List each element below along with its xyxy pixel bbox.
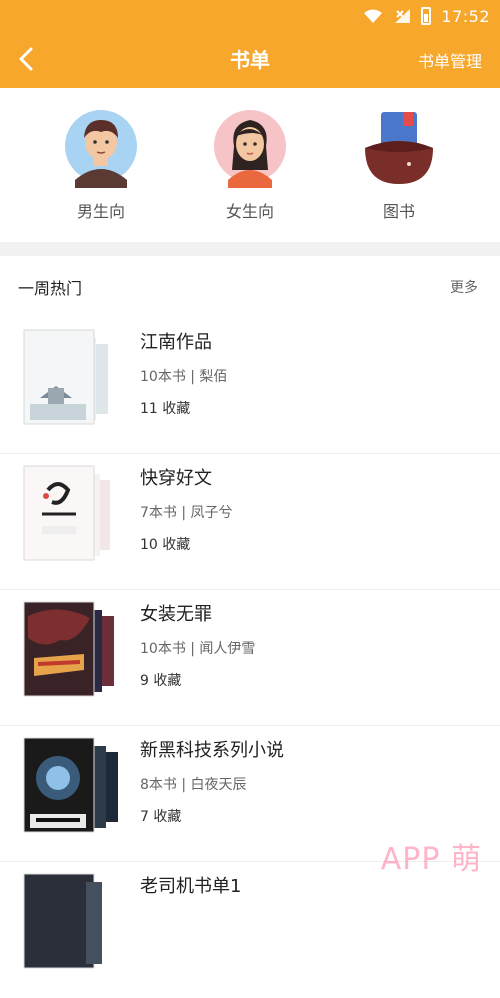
section-header: 一周热门 更多 <box>0 256 500 318</box>
booklist-name: 江南作品 <box>140 332 212 353</box>
clock: 17:52 <box>441 6 490 26</box>
book-icon <box>365 112 433 184</box>
weekly-hot-section: 一周热门 更多 <box>0 256 500 318</box>
manage-booklists-button[interactable]: 书单管理 <box>418 48 482 72</box>
list-item[interactable]: 老司机书单1 <box>0 862 500 998</box>
status-bar: 17:52 <box>363 6 490 26</box>
list-item[interactable]: 江南作品 10本书 | 梨佰 11 收藏 <box>0 318 500 454</box>
booklist-meta: 10本书 | 闻人伊雪 <box>140 641 256 657</box>
favorites-count: 9 收藏 <box>140 673 182 689</box>
booklist-name: 快穿好文 <box>140 468 212 489</box>
category-label: 男生向 <box>76 202 125 221</box>
booklist-cover-icon <box>23 465 110 561</box>
category-female[interactable]: 女生向 <box>195 88 305 240</box>
booklist-cover-icon <box>23 601 114 697</box>
male-avatar-icon <box>65 110 137 188</box>
favorites-count: 11 收藏 <box>140 401 191 417</box>
booklist-list: 江南作品 10本书 | 梨佰 11 收藏 快穿好文 7本书 | 凤子兮 10 收… <box>0 318 500 998</box>
booklist-name: 老司机书单1 <box>140 876 242 897</box>
list-item[interactable]: 快穿好文 7本书 | 凤子兮 10 收藏 <box>0 454 500 590</box>
booklist-cover-icon <box>23 329 108 425</box>
category-row: 男生向 女生向 图书 <box>0 88 500 240</box>
favorites-count: 7 收藏 <box>140 809 182 825</box>
list-item[interactable]: 女装无罪 10本书 | 闻人伊雪 9 收藏 <box>0 590 500 726</box>
category-books[interactable]: 图书 <box>344 88 454 240</box>
wifi-icon <box>364 9 383 23</box>
female-avatar-icon <box>214 110 286 188</box>
app-bar: 书单 书单管理 <box>0 34 500 86</box>
booklist-name: 女装无罪 <box>140 604 212 625</box>
booklist-name: 新黑科技系列小说 <box>140 740 284 761</box>
category-male[interactable]: 男生向 <box>46 88 156 240</box>
battery-icon <box>421 7 432 25</box>
booklist-meta: 7本书 | 凤子兮 <box>140 505 233 521</box>
category-label: 图书 <box>382 202 415 221</box>
booklist-meta: 10本书 | 梨佰 <box>140 369 228 385</box>
booklist-cover-icon <box>23 873 102 969</box>
top-bar: 17:52 书单 书单管理 <box>0 0 500 88</box>
watermark-logo: APP 萌 <box>380 842 482 877</box>
section-divider <box>0 242 500 256</box>
section-title: 一周热门 <box>18 279 83 298</box>
booklist-meta: 8本书 | 白夜天辰 <box>140 777 247 793</box>
more-link[interactable]: 更多 <box>450 277 478 297</box>
favorites-count: 10 收藏 <box>140 537 191 553</box>
category-label: 女生向 <box>225 202 274 221</box>
booklist-cover-icon <box>23 737 118 833</box>
signal-icon <box>395 9 411 23</box>
